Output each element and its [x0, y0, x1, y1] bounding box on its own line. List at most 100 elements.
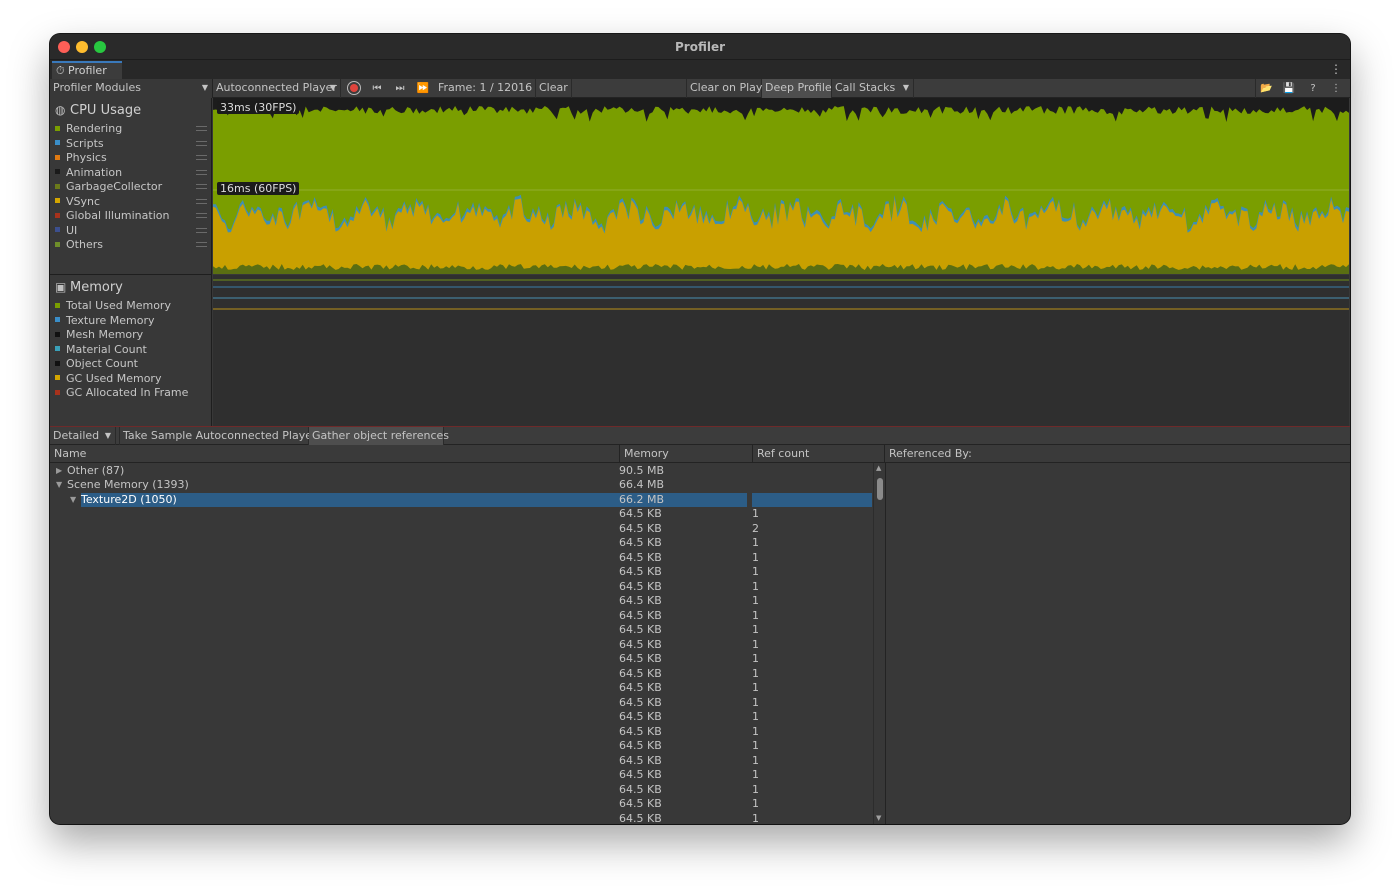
scroll-down-icon[interactable]: ▼: [876, 814, 881, 822]
memory-legend-item[interactable]: Material Count: [55, 343, 211, 358]
tree-row[interactable]: ▶ Other (87) 90.5 MB: [50, 464, 873, 479]
tree-row[interactable]: 64.5 KB 1: [50, 739, 873, 754]
tree-row[interactable]: 64.5 KB 1: [50, 783, 873, 798]
tree-row[interactable]: 64.5 KB 1: [50, 594, 873, 609]
next-frame-icon[interactable]: ⏭: [389, 79, 411, 98]
fps-marker-30: 33ms (30FPS): [217, 101, 300, 114]
tree-row[interactable]: 64.5 KB 1: [50, 580, 873, 595]
tree-row[interactable]: 64.5 KB 1: [50, 696, 873, 711]
tree-row-memory: 64.5 KB: [619, 637, 662, 651]
memory-legend-item[interactable]: Object Count: [55, 357, 211, 372]
take-sample-button[interactable]: Take Sample Autoconnected Player: [119, 427, 317, 446]
tree-row-memory: 66.4 MB: [619, 478, 665, 491]
memory-tree[interactable]: ▶ Other (87) 90.5 MB ▼ Scene Memory (1393) 66…: [50, 463, 873, 824]
tree-row[interactable]: 64.5 KB 1: [50, 507, 873, 522]
scroll-up-icon[interactable]: ▲: [876, 464, 881, 472]
cpu-legend-item[interactable]: VSync: [55, 195, 211, 210]
drag-handle-icon[interactable]: [196, 140, 207, 146]
column-header-memory[interactable]: Memory: [620, 445, 753, 463]
clear-on-play-toggle[interactable]: Clear on Play: [686, 79, 762, 98]
tree-row[interactable]: 64.5 KB 1: [50, 652, 873, 667]
drag-handle-icon[interactable]: [196, 242, 207, 247]
save-profile-icon[interactable]: 💾: [1278, 79, 1300, 98]
call-stacks-dropdown[interactable]: Call Stacks ▼: [832, 79, 914, 98]
cpu-legend-item[interactable]: GarbageCollector: [55, 180, 211, 195]
view-mode-dropdown[interactable]: Detailed ▼: [50, 427, 116, 446]
tree-row[interactable]: 64.5 KB 1: [50, 609, 873, 624]
tab-profiler[interactable]: ⏱ Profiler: [52, 61, 122, 79]
collapsed-arrow-icon[interactable]: ▶: [56, 464, 62, 479]
tree-row-memory: 64.5 KB: [619, 565, 662, 578]
memory-legend-item[interactable]: Total Used Memory: [55, 299, 211, 314]
cpu-legend-item[interactable]: UI: [55, 224, 211, 239]
tree-row-memory: 64.5 KB: [619, 739, 662, 752]
cpu-legend-item[interactable]: Physics: [55, 151, 211, 166]
legend-label: GC Allocated In Frame: [66, 386, 189, 399]
tree-row[interactable]: ▼ Texture2D (1050) 66.2 MB: [50, 492, 873, 508]
help-icon[interactable]: ?: [1302, 79, 1324, 98]
target-player-dropdown[interactable]: Autoconnected Player ▼: [213, 79, 341, 98]
tree-row[interactable]: 64.5 KB 2: [50, 522, 873, 537]
memory-chart[interactable]: [213, 275, 1349, 427]
memory-legend-item[interactable]: Mesh Memory: [55, 328, 211, 343]
memory-legend: Total Used Memory Texture Memory Mesh Memo…: [50, 299, 211, 401]
expanded-arrow-icon[interactable]: ▼: [70, 493, 76, 508]
scrollbar-thumb[interactable]: [877, 478, 883, 500]
cpu-legend-item[interactable]: Animation: [55, 166, 211, 181]
tree-row[interactable]: 64.5 KB 1: [50, 536, 873, 551]
cpu-module-panel[interactable]: ◍ CPU Usage Rendering Scripts Physics Animat…: [50, 98, 212, 275]
legend-label: Material Count: [66, 342, 147, 356]
tree-row[interactable]: ▼ Scene Memory (1393) 66.4 MB: [50, 478, 873, 493]
column-header-refcount[interactable]: Ref count: [753, 445, 885, 463]
memory-module-title: Memory: [70, 280, 123, 295]
cpu-legend-item[interactable]: Scripts: [55, 137, 211, 152]
load-profile-icon[interactable]: 📂: [1255, 79, 1277, 98]
memory-legend-item[interactable]: GC Allocated In Frame: [55, 386, 211, 401]
tree-row-memory: 64.5 KB: [619, 594, 662, 607]
tree-row[interactable]: 64.5 KB 1: [50, 797, 873, 812]
cpu-legend-item[interactable]: Global Illumination: [55, 209, 211, 224]
expanded-arrow-icon[interactable]: ▼: [56, 478, 62, 493]
tree-scrollbar[interactable]: ▲ ▼: [873, 463, 885, 824]
window-menu-kebab-icon[interactable]: ⋮: [1330, 62, 1342, 76]
deep-profile-toggle[interactable]: Deep Profile: [762, 79, 832, 98]
tree-row[interactable]: 64.5 KB 1: [50, 754, 873, 769]
tree-row[interactable]: 64.5 KB 1: [50, 812, 873, 825]
clear-button[interactable]: Clear: [535, 79, 572, 98]
legend-label: Physics: [66, 151, 107, 164]
drag-handle-icon[interactable]: [196, 169, 207, 175]
cpu-legend-item[interactable]: Others: [55, 238, 211, 253]
tree-row-refcount: 1: [752, 811, 759, 825]
drag-handle-icon[interactable]: [196, 227, 207, 233]
record-button[interactable]: [347, 81, 361, 95]
cpu-legend-item[interactable]: Rendering: [55, 122, 211, 137]
tree-row[interactable]: 64.5 KB 1: [50, 681, 873, 696]
drag-handle-icon[interactable]: [196, 155, 207, 160]
tree-row[interactable]: 64.5 KB 1: [50, 725, 873, 740]
tree-row[interactable]: 64.5 KB 1: [50, 638, 873, 653]
first-frame-icon[interactable]: ⏮: [366, 79, 388, 98]
tree-row[interactable]: 64.5 KB 1: [50, 768, 873, 783]
tree-row[interactable]: 64.5 KB 1: [50, 565, 873, 580]
tree-row[interactable]: 64.5 KB 1: [50, 551, 873, 566]
cpu-usage-chart[interactable]: 33ms (30FPS) 16ms (60FPS): [213, 98, 1349, 274]
memory-module-panel[interactable]: ▣ Memory Total Used Memory Texture Memory M…: [50, 275, 212, 426]
current-frame-icon[interactable]: ⏩: [412, 79, 434, 98]
memory-legend-item[interactable]: Texture Memory: [55, 314, 211, 329]
column-header-name[interactable]: Name: [50, 445, 620, 463]
profiler-window: Profiler ⏱ Profiler ⋮ Profiler Modules ▼ …: [50, 34, 1350, 824]
drag-handle-icon[interactable]: [196, 213, 207, 218]
tree-row-name: Scene Memory (1393): [67, 478, 189, 491]
drag-handle-icon[interactable]: [196, 126, 207, 131]
tree-row-memory: 64.5 KB: [619, 724, 662, 738]
gather-object-references-toggle[interactable]: Gather object references: [309, 427, 449, 446]
drag-handle-icon[interactable]: [196, 184, 207, 189]
toolbar-menu-kebab-icon[interactable]: ⋮: [1325, 79, 1347, 98]
memory-legend-item[interactable]: GC Used Memory: [55, 372, 211, 387]
tree-row[interactable]: 64.5 KB 1: [50, 623, 873, 638]
tree-row[interactable]: 64.5 KB 1: [50, 710, 873, 725]
profiler-modules-dropdown[interactable]: Profiler Modules ▼: [50, 79, 213, 98]
tree-row[interactable]: 64.5 KB 1: [50, 667, 873, 682]
legend-label: Total Used Memory: [66, 299, 171, 312]
drag-handle-icon[interactable]: [196, 198, 207, 204]
